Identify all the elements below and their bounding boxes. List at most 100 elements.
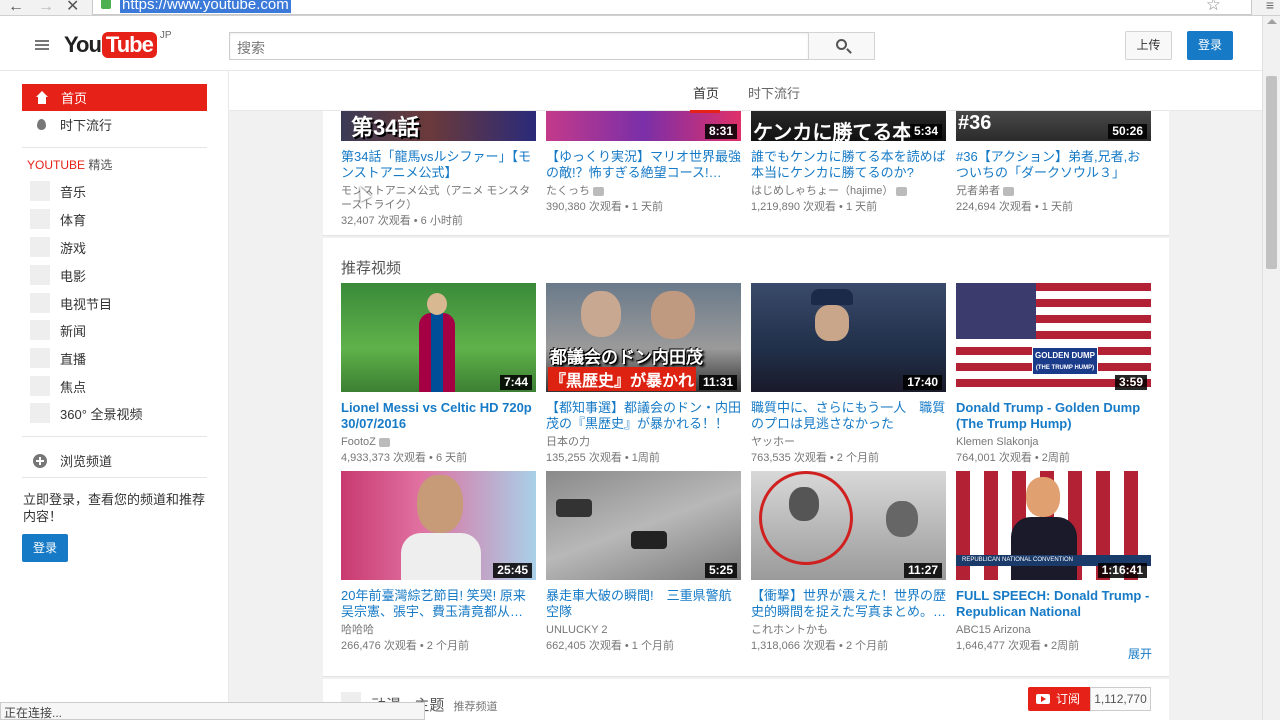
- section-title[interactable]: 推荐视频: [341, 257, 401, 278]
- search-button[interactable]: [808, 32, 875, 60]
- subscribe-button[interactable]: 订阅: [1028, 687, 1090, 711]
- video-title[interactable]: #36【アクション】弟者,兄者,おついちの「ダークソウル３」: [956, 149, 1151, 181]
- video-item[interactable]: 17:40 職質中に、さらにもう一人 職質のプロは見逃さなかった ヤッホー 76…: [751, 283, 946, 465]
- video-item[interactable]: 都議会のドン内田茂 『黒歴史』が暴かれ 11:31 【都知事選】都議会のドン・内…: [546, 283, 741, 465]
- sidebar-item-movies[interactable]: 电影: [30, 264, 86, 286]
- url-text[interactable]: https://www.youtube.com: [120, 0, 291, 13]
- logo-region: JP: [159, 29, 172, 41]
- forward-icon[interactable]: →: [38, 0, 54, 16]
- sidebar-item-label: 音乐: [60, 184, 87, 200]
- scrollbar-thumb[interactable]: [1266, 76, 1277, 269]
- video-thumbnail[interactable]: 7:44: [341, 283, 536, 392]
- police-cap: [811, 289, 853, 305]
- video-duration: 25:45: [493, 563, 532, 578]
- sidebar-item-news[interactable]: 新闻: [30, 319, 86, 341]
- sidebar-item-sports[interactable]: 体育: [30, 208, 86, 230]
- video-item[interactable]: 25:45 20年前臺灣綜艺節目! 笑哭! 原来吴宗憲、張宇、費玉清竟都从… 哈…: [341, 471, 536, 653]
- video-title[interactable]: 【都知事選】都議会のドン・内田茂の『黒歴史』が暴かれる！！: [546, 400, 741, 432]
- flame-icon: [37, 119, 46, 130]
- video-title[interactable]: 【衝撃】世界が震えた！世界の歴史的瞬間を捉えた写真まとめ。…: [751, 588, 946, 620]
- video-channel[interactable]: Klemen Slakonja: [956, 435, 1151, 449]
- video-channel[interactable]: 兄者弟者: [956, 184, 1151, 198]
- video-title[interactable]: Lionel Messi vs Celtic HD 720p 30/07/201…: [341, 400, 536, 432]
- signin-prompt: 立即登录，查看您的频道和推荐内容！: [23, 492, 206, 524]
- video-title[interactable]: 第34話「龍馬vsルシファー」【モンストアニメ公式】: [341, 149, 536, 181]
- tab-home[interactable]: 首页: [689, 83, 721, 113]
- flag-canton: [956, 283, 1036, 339]
- video-thumbnail[interactable]: 5:25: [546, 471, 741, 580]
- podium-sign: GOLDEN DUMP (THE TRUMP HUMP): [1032, 347, 1098, 375]
- sidebar-item-spotlight[interactable]: 焦点: [30, 375, 86, 397]
- video-title[interactable]: FULL SPEECH: Donald Trump - Republican N…: [956, 588, 1151, 620]
- video-thumbnail[interactable]: 都議会のドン内田茂 『黒歴史』が暴かれ 11:31: [546, 283, 741, 392]
- video-meta: 224,694 次观看 • 1 天前: [956, 201, 1073, 213]
- sidebar-item-tv[interactable]: 电视节目: [30, 292, 112, 314]
- video-title[interactable]: 職質中に、さらにもう一人 職質のプロは見逃さなかった: [751, 400, 946, 432]
- expand-link[interactable]: 展开: [1128, 645, 1152, 662]
- secure-lock-icon: [101, 0, 111, 9]
- video-channel[interactable]: FootoZ: [341, 435, 536, 449]
- bookmark-star-icon[interactable]: ☆: [1206, 0, 1221, 15]
- sidebar-item-label: 直播: [60, 351, 87, 367]
- video-channel[interactable]: ヤッホー: [751, 435, 946, 449]
- video-duration: 1:16:41: [1097, 563, 1147, 578]
- video-item[interactable]: 5:25 暴走車大破の瞬間! 三重県警航空隊 UNLUCKY 2 662,405…: [546, 471, 741, 653]
- video-channel[interactable]: ABC15 Arizona: [956, 623, 1151, 637]
- upload-button[interactable]: 上传: [1125, 31, 1172, 60]
- channel-thumbnail: [30, 265, 50, 285]
- video-channel[interactable]: これホントかも: [751, 623, 946, 637]
- sidebar-divider: [22, 147, 207, 148]
- search-input[interactable]: 搜索: [229, 32, 809, 60]
- video-thumbnail[interactable]: 25:45: [341, 471, 536, 580]
- youtube-logo[interactable]: You Tube JP: [64, 29, 172, 59]
- video-channel[interactable]: 日本の力: [546, 435, 741, 449]
- video-channel[interactable]: モンストアニメ公式（アニメ モンスターストライク）: [341, 184, 536, 212]
- browser-status-bar: 正在连接...: [0, 702, 425, 720]
- video-duration: 5:25: [704, 563, 737, 578]
- sidebar-item-gaming[interactable]: 游戏: [30, 236, 86, 258]
- verified-icon: [593, 186, 604, 196]
- stop-icon[interactable]: ✕: [66, 0, 79, 16]
- sidebar-divider: [22, 477, 207, 478]
- video-item[interactable]: REPUBLICAN NATIONAL CONVENTION 1:16:41 F…: [956, 471, 1151, 653]
- video-item[interactable]: 7:44 Lionel Messi vs Celtic HD 720p 30/0…: [341, 283, 536, 465]
- logo-text-tube: Tube: [101, 32, 157, 58]
- sidebar-item-home[interactable]: 首页: [22, 84, 207, 111]
- page-scrollbar[interactable]: [1262, 16, 1280, 720]
- person-shirt: [401, 533, 481, 580]
- video-title[interactable]: 【ゆっくり実況】マリオ世界最強の敵!？怖すぎる絶望コース!…: [546, 149, 741, 181]
- video-channel[interactable]: はじめしゃちょー（hajime）: [751, 184, 946, 198]
- video-item[interactable]: 11:27 【衝撃】世界が震えた！世界の歴史的瞬間を捉えた写真まとめ。… これホ…: [751, 471, 946, 653]
- channel-thumbnail: [30, 209, 50, 229]
- video-thumbnail[interactable]: 17:40: [751, 283, 946, 392]
- address-bar[interactable]: https://www.youtube.com ☆: [92, 0, 1252, 15]
- browse-channels-link[interactable]: 浏览频道: [33, 451, 112, 470]
- sidebar-item-trending[interactable]: 时下流行: [22, 111, 207, 138]
- video-channel[interactable]: UNLUCKY 2: [546, 623, 741, 637]
- scroll-up-icon[interactable]: [1267, 19, 1277, 24]
- browser-menu-icon[interactable]: ≡: [1266, 0, 1274, 13]
- video-thumbnail[interactable]: GOLDEN DUMP (THE TRUMP HUMP) 3:59: [956, 283, 1151, 392]
- signin-button[interactable]: 登录: [1187, 31, 1233, 60]
- sidebar-item-live[interactable]: 直播: [30, 347, 86, 369]
- video-title[interactable]: 暴走車大破の瞬間! 三重県警航空隊: [546, 588, 741, 620]
- video-thumbnail[interactable]: REPUBLICAN NATIONAL CONVENTION 1:16:41: [956, 471, 1151, 580]
- sidebar-signin-button[interactable]: 登录: [22, 534, 68, 562]
- video-thumbnail[interactable]: 11:27: [751, 471, 946, 580]
- guide-menu-icon[interactable]: [35, 40, 49, 52]
- video-channel[interactable]: たくっち: [546, 184, 741, 198]
- sidebar-item-label: 体育: [60, 212, 87, 228]
- video-title[interactable]: 20年前臺灣綜艺節目! 笑哭! 原来吴宗憲、張宇、費玉清竟都从…: [341, 588, 536, 620]
- thumbnail-subtext: (THE TRUMP HUMP): [1035, 365, 1095, 371]
- sidebar-item-360[interactable]: 360° 全景视频: [30, 402, 143, 424]
- video-channel[interactable]: 哈哈哈: [341, 623, 536, 637]
- video-meta: 763,535 次观看 • 2 个月前: [751, 452, 879, 464]
- person-face: [815, 305, 849, 341]
- back-icon[interactable]: ←: [8, 0, 24, 16]
- video-item[interactable]: GOLDEN DUMP (THE TRUMP HUMP) 3:59 Donald…: [956, 283, 1151, 465]
- video-title[interactable]: Donald Trump - Golden Dump (The Trump Hu…: [956, 400, 1151, 432]
- tab-trending[interactable]: 时下流行: [748, 83, 800, 102]
- video-title[interactable]: 誰でもケンカに勝てる本を読めば本当にケンカに勝てるのか?: [751, 149, 946, 181]
- sidebar-item-music[interactable]: 音乐: [30, 180, 86, 202]
- person-face: [417, 475, 463, 533]
